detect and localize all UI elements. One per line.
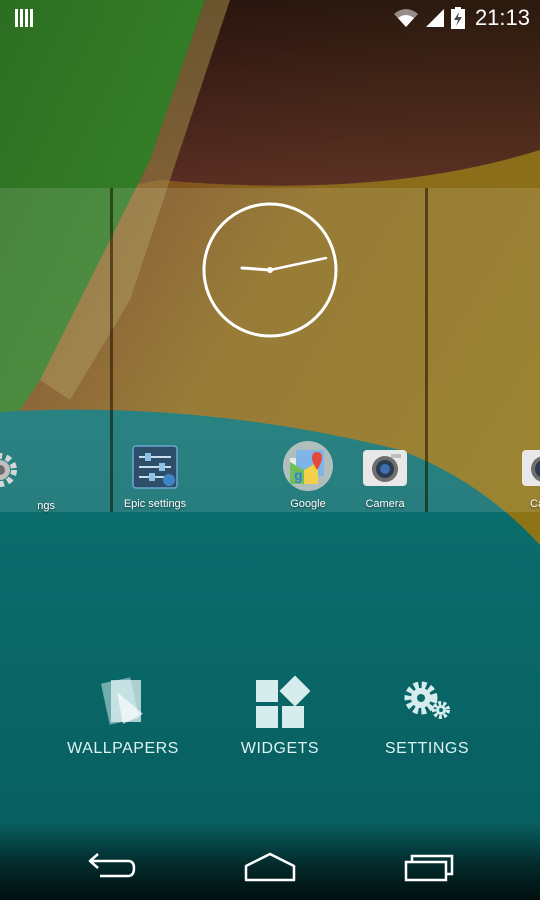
- app-epic-settings[interactable]: Epic settings: [100, 444, 210, 510]
- epic-settings-icon: [131, 444, 179, 492]
- status-time: 21:13: [474, 5, 530, 30]
- app-label: Camera: [365, 498, 405, 510]
- recents-icon[interactable]: [390, 844, 470, 888]
- clock-hour-hand: [240, 266, 272, 272]
- menu-label: WIDGETS: [240, 740, 320, 757]
- menu-label: SETTINGS: [384, 740, 469, 757]
- clock-minute-hand: [268, 256, 328, 272]
- wallpapers-button[interactable]: WALLPAPERS: [53, 672, 193, 758]
- notification-bars-icon: [15, 9, 33, 27]
- svg-text:g: g: [294, 467, 303, 483]
- home-icon[interactable]: [230, 844, 310, 888]
- battery-charging-icon: [450, 7, 465, 29]
- app-label: Epic settings: [123, 498, 187, 510]
- camera-icon: [520, 444, 540, 492]
- app-label: Ca: [530, 498, 540, 510]
- analog-clock-widget[interactable]: [200, 200, 340, 340]
- app-camera[interactable]: Camera: [330, 444, 440, 510]
- app-label: ngs: [37, 500, 55, 512]
- status-bar: 21:13: [0, 0, 540, 36]
- back-icon[interactable]: [72, 844, 152, 888]
- menu-label: WALLPAPERS: [67, 740, 179, 757]
- widgets-button[interactable]: WIDGETS: [210, 672, 350, 758]
- wallpapers-icon: [93, 672, 153, 732]
- widgets-icon: [250, 672, 311, 732]
- google-maps-folder-icon: g: [282, 440, 334, 492]
- app-settings-partial[interactable]: ngs: [0, 446, 55, 512]
- cell-signal-icon: [425, 9, 444, 27]
- settings-gear-icon: [0, 446, 24, 494]
- settings-button[interactable]: SETTINGS: [357, 672, 497, 758]
- wifi-icon: [393, 9, 418, 27]
- app-camera-partial[interactable]: Ca: [492, 444, 540, 510]
- settings-gears-icon: [397, 672, 457, 732]
- camera-icon: [361, 444, 409, 492]
